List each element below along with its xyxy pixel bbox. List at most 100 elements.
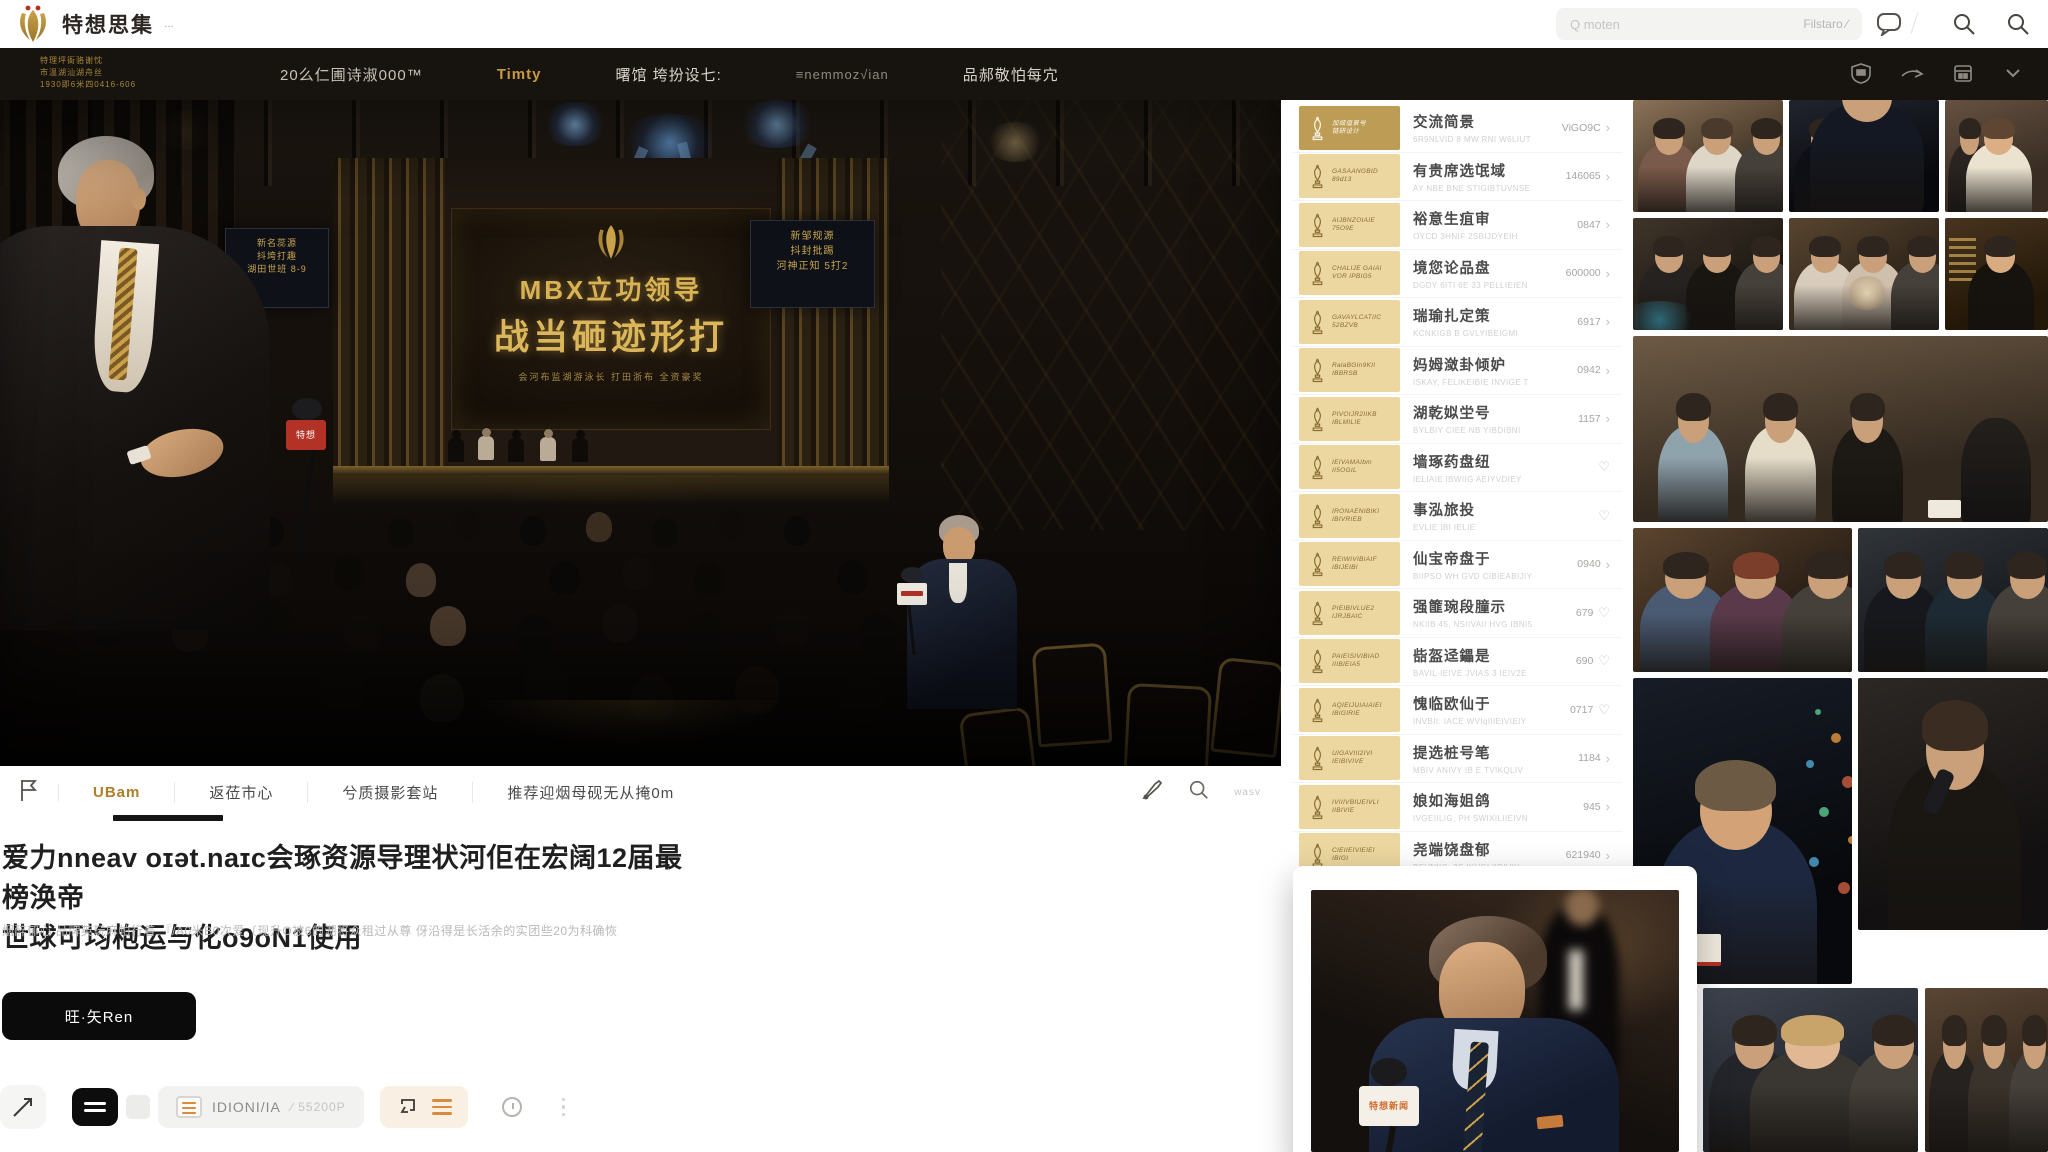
award-action-icon[interactable]: › [1606,363,1610,378]
hero-image[interactable]: MBX立功领导 战当砸迹形打 会河布监湖游泳长 打田浙布 全资豪奖 新名蕊源 抖… [0,100,1281,766]
popup-photo: 特想新闻 [1311,890,1679,1152]
badge-line2: IBIJEIBI [1332,564,1377,572]
content-tab[interactable]: 返莅市心 [174,782,307,803]
preview-popup-card[interactable]: 特想新闻 [1293,866,1697,1152]
award-subtitle: INVBII: IACE WVIqIIIEIVIEIY [1413,717,1570,726]
nav-item[interactable]: 品郝敬怕每宂 [963,64,1059,85]
document-selector[interactable]: IDIONI/IA ∕ 55200P [158,1086,364,1128]
nav-item[interactable]: 20么仁圃诗淑000™ [280,64,423,85]
award-action-icon[interactable]: › [1606,314,1610,329]
gallery-photo[interactable] [1945,218,2048,330]
reorder-tool[interactable] [380,1086,468,1128]
award-action-icon[interactable]: › [1606,266,1610,281]
award-action-icon[interactable]: › [1606,799,1610,814]
award-list-item[interactable]: PAIEISIVIBIAD IIIBIEIA5 啙盔迳鑘是 BAVIL-IEIV… [1293,638,1622,687]
nav-item[interactable]: 曙馆 垮扮设七: [615,64,721,85]
award-action-icon[interactable]: › [1606,411,1610,426]
award-action-icon[interactable]: › [1606,848,1610,863]
stage-title-line2: 战当砸迹形打 [452,309,770,360]
award-subtitle: BYLBIY CIEE NB YIBDIBNI [1413,426,1578,435]
award-title: 强篚琬段朣示 [1413,596,1576,617]
gallery-photo[interactable] [1925,988,2048,1152]
award-list-item[interactable]: GAVAYLCATIIC 52BZVB 瑞瑜扎定策 KCNKIGB B GVLY… [1293,298,1622,347]
trophy-icon [1309,309,1326,335]
kebab-menu-icon[interactable] [562,1098,566,1117]
award-list-item[interactable]: REIWIVIBIAIF IBIJEIBI 仙宝帝盘于 BIIPSO WH GV… [1293,541,1622,590]
award-action-icon[interactable]: ♡ [1598,653,1610,669]
award-title: 裕意生疽审 [1413,208,1577,229]
gallery-photo[interactable] [1789,100,1939,212]
gallery-photo[interactable] [1633,528,1852,672]
trophy-icon [1309,842,1326,868]
award-title: 妈姆潋卦倾妒 [1413,354,1577,375]
gallery-photo[interactable] [1945,100,2048,212]
award-subtitle: IVGEIILIG, PH SWIXILIIEIVN [1413,814,1583,823]
gallery-photo[interactable] [1633,218,1783,330]
menu-lines-icon[interactable] [72,1088,118,1126]
award-action-icon[interactable]: › [1606,751,1610,766]
gallery-photo[interactable] [1789,218,1939,330]
badge-line2: IBBRSB [1332,370,1375,378]
award-action-icon[interactable]: › [1606,217,1610,232]
search-filter-label[interactable]: Filstaro ∕ [1803,17,1848,31]
search-icon-secondary[interactable] [2006,12,2032,36]
nav-icons [1850,62,2024,84]
gallery-photo[interactable] [1633,100,1783,212]
nav-brand-block: 特理坪衙骆谢忱 市温湖汕湖舟丝 1930即6米四0416-606 [40,55,230,91]
monitor-shield-icon[interactable] [1850,62,1872,84]
gallery-photo[interactable] [1633,336,2048,522]
content-tab[interactable]: UBam [58,784,174,801]
badge-line1: AQIEIJUIAIAIEI [1332,702,1382,710]
award-list-item[interactable]: UIGAVIII2IVI IEIBIVIVE 提选桩号笔 MBIV ANIVY … [1293,735,1622,784]
award-action-icon[interactable]: ♡ [1598,508,1610,524]
gallery-photo[interactable] [1703,988,1918,1152]
trophy-icon [1309,260,1326,286]
chevron-down-icon[interactable] [2002,62,2024,84]
search-icon[interactable] [1952,12,1978,36]
search-input[interactable]: Q moten Filstaro ∕ [1556,8,1862,40]
share-swoosh-icon[interactable] [1900,62,1924,84]
content-tab[interactable]: 推荐迎烟母砚无从掩0m [472,782,708,803]
clock-icon[interactable] [502,1097,522,1117]
blank-tool-icon[interactable] [126,1095,150,1119]
award-value: 945 [1583,801,1601,813]
nav-item[interactable]: ≡nemmoz√ian [796,67,889,82]
stage-screen: MBX立功领导 战当砸迹形打 会河布监湖游泳长 打田浙布 全资豪奖 [451,208,771,430]
content-tab[interactable]: 兮质摄影套站 [307,782,472,803]
gallery-photo[interactable] [1858,678,2048,930]
award-action-icon[interactable]: › [1606,169,1610,184]
active-tab-underline [113,815,223,821]
pen-icon[interactable] [1140,778,1164,807]
draw-arrow-icon[interactable] [0,1085,46,1129]
award-list-item[interactable]: IVIIIVBIUEIVLI IIBIVIE 娘如海姐鸽 IVGEIILIG, … [1293,783,1622,832]
award-action-icon[interactable]: ♡ [1598,702,1610,718]
award-list-item[interactable]: PIEIBIVLUE2 IJRJBAIC 强篚琬段朣示 NKIIB 45, NS… [1293,589,1622,638]
award-list-item[interactable]: 加城值景号 链研设计 交流简景 6R9NLVID 8 MW RNI W6LIUT… [1293,104,1622,153]
award-action-icon[interactable]: › [1606,120,1610,135]
calendar-icon[interactable] [1952,62,1974,84]
award-list-item[interactable]: GASAANGBID 89d13 有贵席选氓域 AY NBE BNE STIGI… [1293,153,1622,202]
award-action-icon[interactable]: › [1606,557,1610,572]
award-list-item[interactable]: PIVOIJR2IIKB IBLMILIE 湖乾姒坣号 BYLBIY CIEE … [1293,395,1622,444]
award-list-item[interactable]: IEIVAMAIbm II5OGIL 墙琢药盘纽 IELIAIE IBWIIG … [1293,444,1622,493]
award-list-item[interactable]: AIJBNZOIAIE 75O9E 裕意生疽审 OYCD 3HNIF 2SBIJ… [1293,201,1622,250]
award-value: 0847 [1577,219,1600,231]
primary-cta-button[interactable]: 旺·矢Ren [2,992,196,1040]
search-icon-small[interactable] [1188,779,1210,806]
nav-item[interactable]: Timty [497,66,542,83]
brand-logo[interactable]: 特想思集 … [14,4,174,44]
chat-bubble-icon[interactable] [1876,12,1902,36]
badge-line1: PIEIBIVLUE2 [1332,605,1374,613]
award-list-item[interactable]: RalaBGIn9KII IBBRSB 妈姆潋卦倾妒 ISKAY, FELIKE… [1293,347,1622,396]
badge-line1: PAIEISIVIBIAD [1332,653,1380,661]
flag-icon[interactable] [18,778,38,807]
award-action-icon[interactable]: ♡ [1598,459,1610,475]
award-subtitle: ISKAY, FELIKEIBIE INVIGE T [1413,378,1577,387]
badge-line2: IBIVRIEB [1332,516,1379,524]
award-badge: PIEIBIVLUE2 IJRJBAIC [1299,591,1400,635]
award-list-item[interactable]: IRONAENIBIKI IBIVRIEB 事泓旅投 EVLIE IBI IEL… [1293,492,1622,541]
award-list-item[interactable]: AQIEIJUIAIAIEI IBIGIRIE 愧临欧仙于 INVBII: IA… [1293,686,1622,735]
award-action-icon[interactable]: ♡ [1598,605,1610,621]
gallery-photo[interactable] [1858,528,2048,672]
award-list-item[interactable]: CHALIJE GAIAI VOR IPBIG5 境您论品盘 DGDY 6ITI… [1293,250,1622,299]
